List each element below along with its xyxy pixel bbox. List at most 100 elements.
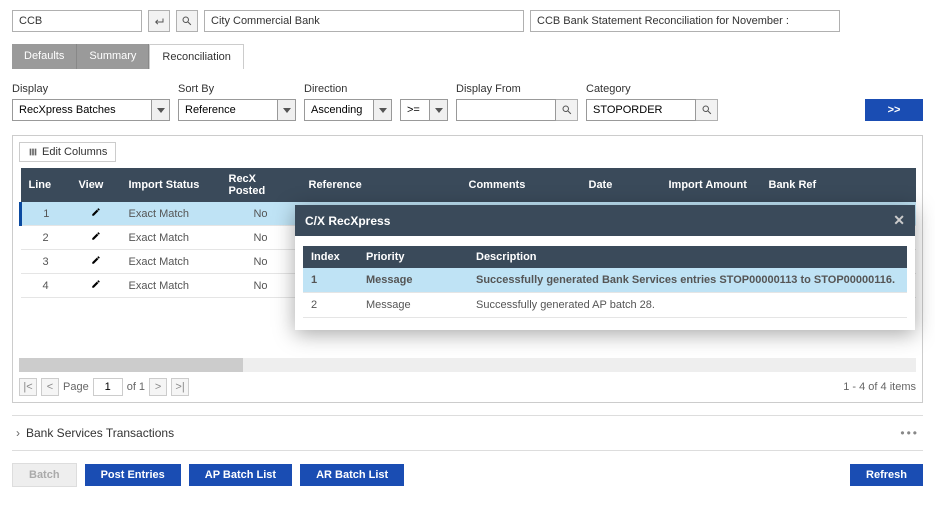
chevron-right-icon: › xyxy=(16,426,20,440)
search-from-button[interactable] xyxy=(556,99,578,121)
col-view[interactable]: View xyxy=(71,168,121,202)
chevron-down-icon[interactable] xyxy=(430,99,448,121)
post-entries-button[interactable]: Post Entries xyxy=(85,464,181,486)
page-label: Page xyxy=(63,381,89,393)
tab-bar: Defaults Summary Reconciliation xyxy=(12,44,923,69)
message-grid: Index Priority Description 1 Message Suc… xyxy=(303,246,907,318)
modal-titlebar[interactable]: C/X RecXpress ✕ xyxy=(295,205,915,236)
cell-line: 3 xyxy=(21,250,71,274)
mcol-description[interactable]: Description xyxy=(468,246,907,268)
pager: |< < Page of 1 > >| 1 - 4 of 4 items xyxy=(19,378,916,396)
col-recx-posted[interactable]: RecX Posted xyxy=(221,168,301,202)
recxpress-modal: C/X RecXpress ✕ Index Priority Descripti… xyxy=(295,205,915,330)
view-cell[interactable] xyxy=(71,226,121,250)
bank-name-display: City Commercial Bank xyxy=(204,10,524,32)
close-icon[interactable]: ✕ xyxy=(893,212,905,229)
direction-label: Direction xyxy=(304,83,392,95)
action-bar: Batch Post Entries AP Batch List AR Batc… xyxy=(12,463,923,487)
cell-status: Exact Match xyxy=(121,202,221,226)
search-icon xyxy=(701,104,713,116)
scrollbar-thumb[interactable] xyxy=(19,358,243,372)
col-line[interactable]: Line xyxy=(21,168,71,202)
section-title: Bank Services Transactions xyxy=(26,426,174,440)
page-info: 1 - 4 of 4 items xyxy=(843,381,916,393)
category-input[interactable] xyxy=(586,99,696,121)
col-bank-ref[interactable]: Bank Ref xyxy=(761,168,917,202)
view-cell[interactable] xyxy=(71,250,121,274)
refresh-button[interactable]: Refresh xyxy=(850,464,923,486)
chevron-down-icon[interactable] xyxy=(152,99,170,121)
col-date[interactable]: Date xyxy=(581,168,661,202)
search-icon xyxy=(181,15,193,27)
mcell-priority: Message xyxy=(358,268,468,293)
mcol-index[interactable]: Index xyxy=(303,246,358,268)
cell-posted: No xyxy=(221,202,301,226)
cell-status: Exact Match xyxy=(121,250,221,274)
horizontal-scrollbar[interactable] xyxy=(19,358,916,372)
pencil-icon xyxy=(91,279,101,289)
sort-label: Sort By xyxy=(178,83,296,95)
operator-select[interactable] xyxy=(400,99,430,121)
tab-reconciliation[interactable]: Reconciliation xyxy=(149,44,243,69)
tab-defaults[interactable]: Defaults xyxy=(12,44,77,69)
cell-line: 2 xyxy=(21,226,71,250)
view-cell[interactable] xyxy=(71,202,121,226)
mcell-description: Successfully generated Bank Services ent… xyxy=(468,268,907,293)
col-comments[interactable]: Comments xyxy=(461,168,581,202)
pencil-icon xyxy=(91,207,101,217)
cell-status: Exact Match xyxy=(121,274,221,298)
mcell-description: Successfully generated AP batch 28. xyxy=(468,293,907,318)
pencil-icon xyxy=(91,231,101,241)
cell-line: 4 xyxy=(21,274,71,298)
modal-title: C/X RecXpress xyxy=(305,214,390,228)
page-prev-button[interactable]: < xyxy=(41,378,59,396)
col-import-status[interactable]: Import Status xyxy=(121,168,221,202)
spacer-label xyxy=(400,83,448,95)
page-input[interactable] xyxy=(93,378,123,396)
batch-button: Batch xyxy=(12,463,77,487)
page-of-label: of 1 xyxy=(127,381,145,393)
pencil-icon xyxy=(91,255,101,265)
display-from-input[interactable] xyxy=(456,99,556,121)
mcell-index: 1 xyxy=(303,268,358,293)
mcell-priority: Message xyxy=(358,293,468,318)
search-icon xyxy=(561,104,573,116)
enter-icon xyxy=(153,15,165,27)
columns-icon xyxy=(28,147,38,157)
go-button[interactable]: >> xyxy=(865,99,923,121)
ap-batch-list-button[interactable]: AP Batch List xyxy=(189,464,292,486)
display-from-label: Display From xyxy=(456,83,578,95)
message-row[interactable]: 2 Message Successfully generated AP batc… xyxy=(303,293,907,318)
direction-select[interactable] xyxy=(304,99,374,121)
display-label: Display xyxy=(12,83,170,95)
page-first-button[interactable]: |< xyxy=(19,378,37,396)
view-cell[interactable] xyxy=(71,274,121,298)
more-icon[interactable]: ••• xyxy=(900,426,919,440)
bank-code-input[interactable]: CCB xyxy=(12,10,142,32)
bank-services-section[interactable]: › Bank Services Transactions ••• xyxy=(12,415,923,451)
page-last-button[interactable]: >| xyxy=(171,378,189,396)
chevron-down-icon[interactable] xyxy=(278,99,296,121)
cell-posted: No xyxy=(221,226,301,250)
edit-columns-label: Edit Columns xyxy=(42,146,107,158)
mcell-index: 2 xyxy=(303,293,358,318)
message-row[interactable]: 1 Message Successfully generated Bank Se… xyxy=(303,268,907,293)
cell-posted: No xyxy=(221,250,301,274)
search-bank-button[interactable] xyxy=(176,10,198,32)
category-label: Category xyxy=(586,83,718,95)
statement-description: CCB Bank Statement Reconciliation for No… xyxy=(530,10,840,32)
chevron-down-icon[interactable] xyxy=(374,99,392,121)
tab-summary[interactable]: Summary xyxy=(77,44,149,69)
cell-status: Exact Match xyxy=(121,226,221,250)
enter-button[interactable] xyxy=(148,10,170,32)
col-reference[interactable]: Reference xyxy=(301,168,461,202)
sort-select[interactable] xyxy=(178,99,278,121)
page-next-button[interactable]: > xyxy=(149,378,167,396)
display-select[interactable] xyxy=(12,99,152,121)
mcol-priority[interactable]: Priority xyxy=(358,246,468,268)
edit-columns-button[interactable]: Edit Columns xyxy=(19,142,116,162)
search-category-button[interactable] xyxy=(696,99,718,121)
col-import-amount[interactable]: Import Amount xyxy=(661,168,761,202)
ar-batch-list-button[interactable]: AR Batch List xyxy=(300,464,404,486)
cell-posted: No xyxy=(221,274,301,298)
